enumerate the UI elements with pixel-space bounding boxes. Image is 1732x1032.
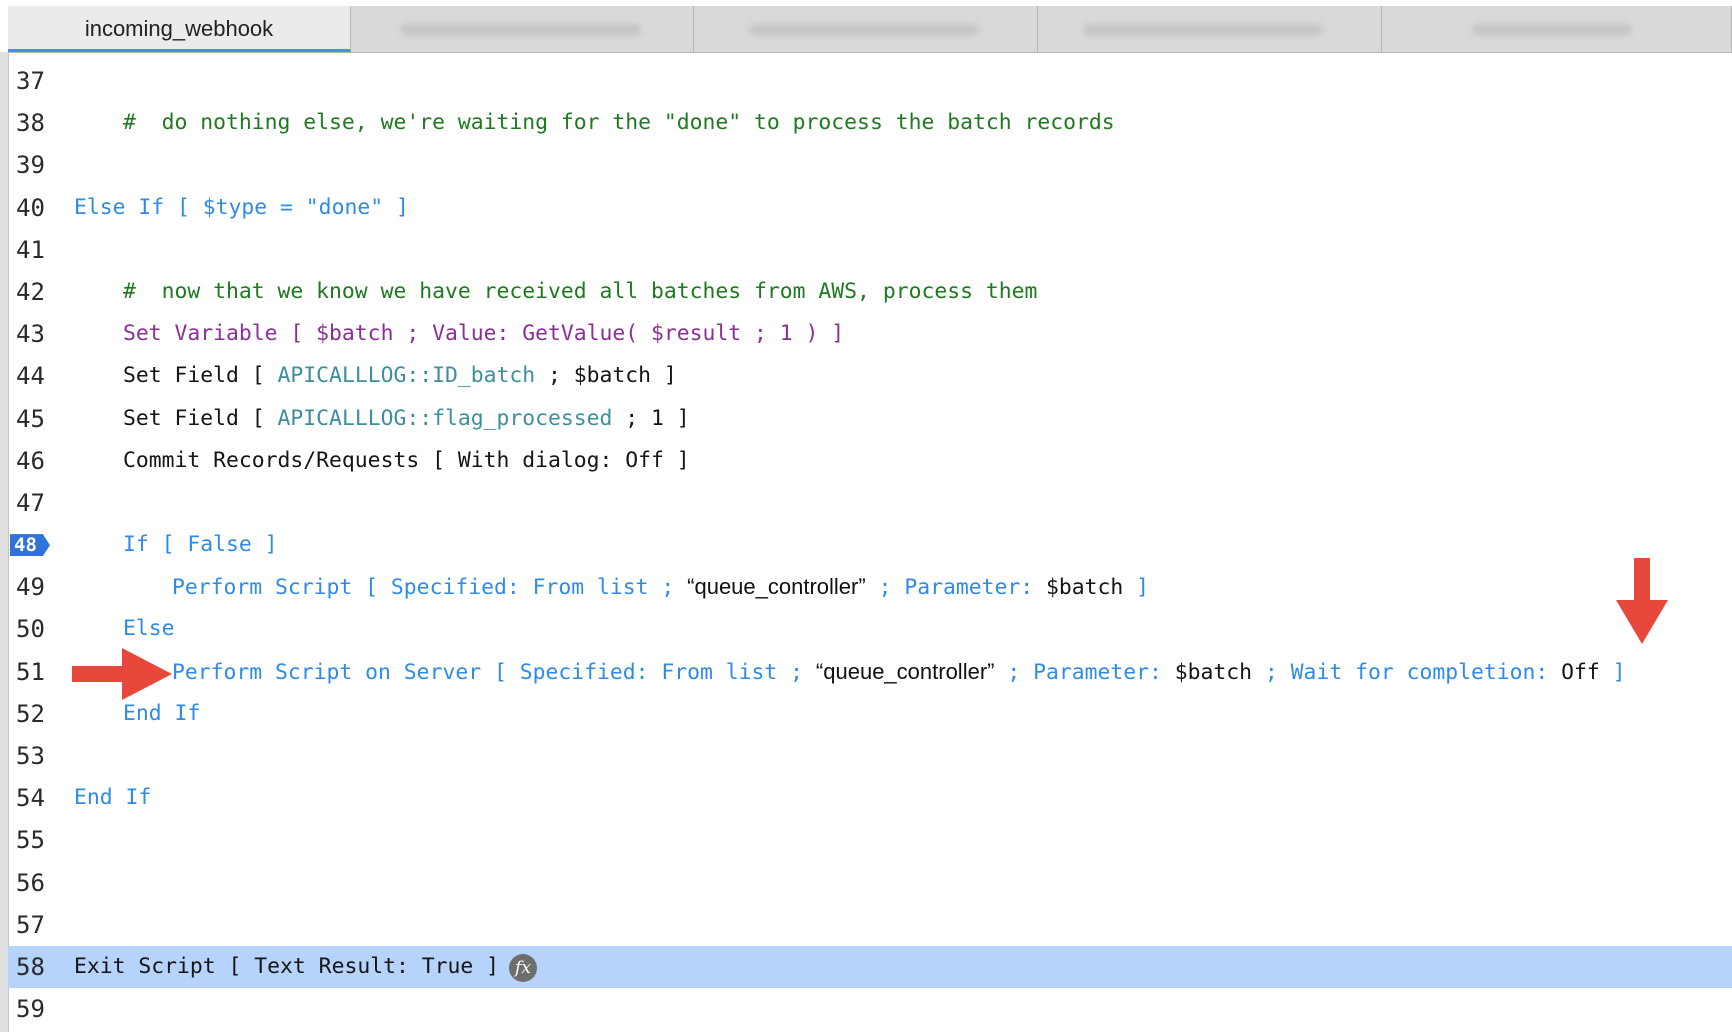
fx-icon[interactable]: fx bbox=[509, 953, 537, 982]
line-number: 50 bbox=[16, 615, 45, 644]
exit-script-step: Exit Script [ Text Result: True ] bbox=[74, 953, 499, 979]
tab-blurred-3[interactable] bbox=[1038, 6, 1382, 52]
red-arrow-down bbox=[1616, 558, 1668, 644]
script-line[interactable]: 48 If [ False ] bbox=[8, 524, 1732, 566]
line-number: 58 bbox=[16, 952, 45, 981]
wait-for-completion-value: Off bbox=[1561, 659, 1600, 685]
script-line[interactable]: 53 bbox=[8, 735, 1732, 777]
step-name: Set Field [ bbox=[123, 363, 278, 389]
tab-blurred-2[interactable] bbox=[694, 6, 1038, 52]
line-number: 38 bbox=[16, 109, 45, 138]
set-field-step: Set Field [ APICALLLOG::flag_processed ;… bbox=[123, 402, 690, 436]
script-line[interactable]: 44 Set Field [ APICALLLOG::ID_batch ; $b… bbox=[8, 355, 1732, 397]
script-workspace: incoming_webhook 37 38 # do nothing else… bbox=[0, 0, 1732, 1032]
step-args: ; 1 ] bbox=[612, 405, 690, 431]
script-line[interactable]: 42 # now that we know we have received a… bbox=[8, 271, 1732, 313]
else-if-step: Else If [ $type = "done" ] bbox=[74, 194, 409, 220]
line-number: 45 bbox=[16, 404, 45, 433]
line-number: 46 bbox=[16, 446, 45, 475]
script-name: “queue_controller” bbox=[687, 574, 866, 600]
line-number: 56 bbox=[16, 868, 45, 897]
commit-records-step: Commit Records/Requests [ With dialog: O… bbox=[123, 447, 690, 473]
redacted-tab-label bbox=[401, 24, 641, 36]
step-keyword: ] bbox=[1599, 659, 1626, 685]
set-variable-step: Set Variable [ $batch ; Value: GetValue(… bbox=[123, 321, 845, 347]
line-number: 42 bbox=[16, 277, 45, 306]
red-arrow-right bbox=[72, 648, 172, 700]
field-reference: APICALLLOG::ID_batch bbox=[277, 363, 536, 389]
line-number: 47 bbox=[16, 488, 45, 517]
script-line[interactable]: 50 Else bbox=[8, 608, 1732, 650]
redacted-tab-label bbox=[749, 24, 979, 36]
script-line[interactable]: 57 bbox=[8, 904, 1732, 946]
tab-incoming-webhook[interactable]: incoming_webhook bbox=[8, 6, 351, 52]
script-line[interactable]: 45 Set Field [ APICALLLOG::flag_processe… bbox=[8, 398, 1732, 440]
line-number: 57 bbox=[16, 910, 45, 939]
step-keyword: ] bbox=[1123, 575, 1150, 601]
script-line[interactable]: 56 bbox=[8, 862, 1732, 904]
script-line[interactable]: 51 Perform Script on Server [ Specified:… bbox=[8, 651, 1732, 693]
field-reference: APICALLLOG::flag_processed bbox=[277, 405, 613, 431]
script-line[interactable]: 46 Commit Records/Requests [ With dialog… bbox=[8, 440, 1732, 482]
step-keyword: ; Parameter: bbox=[994, 659, 1175, 685]
step-keyword: ; Parameter: bbox=[865, 575, 1046, 601]
tab-blurred-4[interactable] bbox=[1382, 6, 1732, 52]
script-line[interactable]: 38 # do nothing else, we're waiting for … bbox=[8, 102, 1732, 144]
if-step: If [ False ] bbox=[123, 532, 278, 558]
line-number: 37 bbox=[16, 67, 45, 95]
script-line[interactable]: 54 End If bbox=[8, 777, 1732, 819]
parameter-value: $batch bbox=[1174, 659, 1253, 685]
else-step: Else bbox=[123, 616, 175, 642]
tab-blurred-1[interactable] bbox=[351, 6, 694, 52]
line-number: 51 bbox=[16, 657, 45, 686]
line-number: 40 bbox=[16, 193, 45, 222]
line-number: 52 bbox=[16, 699, 45, 728]
line-number: 59 bbox=[16, 995, 45, 1024]
script-line[interactable]: 55 bbox=[8, 819, 1732, 861]
script-line[interactable]: 49 Perform Script [ Specified: From list… bbox=[8, 566, 1732, 608]
redacted-tab-label bbox=[1472, 24, 1632, 36]
script-line[interactable]: 40 Else If [ $type = "done" ] bbox=[8, 187, 1732, 229]
comment-step: # now that we know we have received all … bbox=[123, 278, 1038, 304]
script-line[interactable]: 43 Set Variable [ $batch ; Value: GetVal… bbox=[8, 313, 1732, 355]
step-keyword: ; Wait for completion: bbox=[1252, 659, 1562, 685]
line-number: 44 bbox=[16, 362, 45, 391]
line-number: 39 bbox=[16, 151, 45, 180]
line-number: 54 bbox=[16, 784, 45, 813]
tab-label: incoming_webhook bbox=[84, 16, 274, 41]
script-line[interactable]: 41 bbox=[8, 229, 1732, 271]
step-keyword: Perform Script [ Specified: From list ; bbox=[172, 575, 688, 601]
breakpoint-line-number[interactable]: 48 bbox=[10, 534, 50, 557]
set-field-step: Set Field [ APICALLLOG::ID_batch ; $batc… bbox=[123, 359, 677, 393]
redacted-tab-label bbox=[1083, 24, 1323, 36]
line-number: 49 bbox=[16, 573, 45, 602]
step-keyword: Perform Script on Server [ Specified: Fr… bbox=[172, 659, 816, 685]
script-line[interactable]: 59 bbox=[8, 988, 1732, 1030]
script-line-selected[interactable]: 58 Exit Script [ Text Result: True ] fx bbox=[8, 945, 1732, 989]
line-number: 43 bbox=[16, 320, 45, 349]
script-editor[interactable]: 37 38 # do nothing else, we're waiting f… bbox=[8, 60, 1732, 1032]
parameter-value: $batch bbox=[1045, 575, 1124, 601]
line-number: 55 bbox=[16, 826, 45, 855]
script-line[interactable]: 39 bbox=[8, 144, 1732, 186]
line-number: 41 bbox=[16, 235, 45, 264]
script-line[interactable]: 52 End If bbox=[8, 693, 1732, 735]
step-name: Set Field [ bbox=[123, 405, 278, 431]
script-line[interactable]: 37 bbox=[8, 60, 1732, 102]
script-line[interactable]: 47 bbox=[8, 482, 1732, 524]
line-number: 53 bbox=[16, 742, 45, 770]
end-if-step: End If bbox=[74, 785, 152, 811]
perform-script-step: Perform Script [ Specified: From list ; … bbox=[172, 570, 1149, 605]
step-args: ; $batch ] bbox=[535, 363, 677, 389]
script-name: “queue_controller” bbox=[815, 658, 995, 684]
comment-step: # do nothing else, we're waiting for the… bbox=[123, 110, 1115, 136]
tab-bar: incoming_webhook bbox=[8, 6, 1732, 53]
perform-script-on-server-step: Perform Script on Server [ Specified: Fr… bbox=[172, 655, 1626, 690]
